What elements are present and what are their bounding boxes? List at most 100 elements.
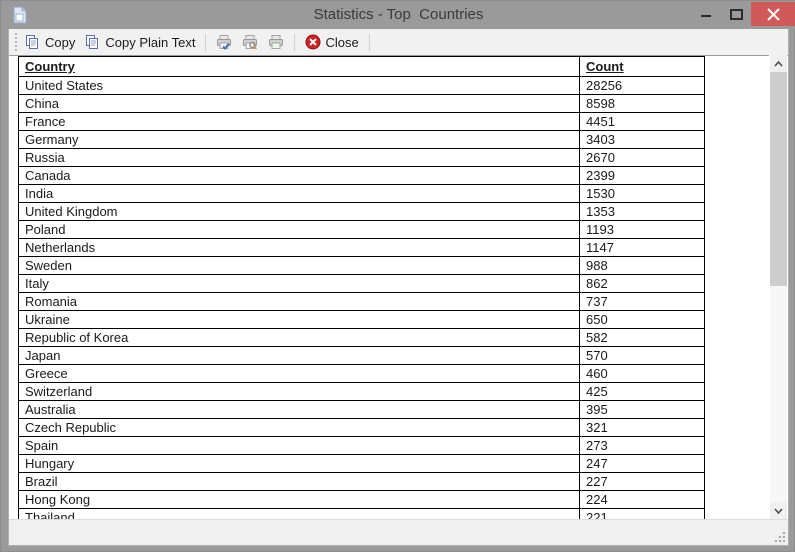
cell-count: 273 [579, 436, 705, 455]
resize-grip[interactable] [773, 530, 785, 542]
cell-country: Republic of Korea [18, 328, 580, 347]
cell-country: Germany [18, 130, 580, 149]
toolbar-separator-3 [368, 33, 370, 51]
cell-country: United Kingdom [18, 202, 580, 221]
cell-country: United States [18, 76, 580, 95]
column-header-count[interactable]: Count [579, 56, 705, 77]
statistics-list: Country Count United States 28256 China 859… [9, 55, 788, 520]
cell-country: Hungary [18, 454, 580, 473]
cell-country: Brazil [18, 472, 580, 491]
cell-country: China [18, 94, 580, 113]
cell-country: Switzerland [18, 382, 580, 401]
table-header: Country Count [18, 56, 705, 77]
minimize-button[interactable] [691, 2, 721, 26]
table-row[interactable]: Germany 3403 [18, 130, 705, 149]
table-row[interactable]: Poland 1193 [18, 220, 705, 239]
cell-country: Hong Kong [18, 490, 580, 509]
copy-plain-text-button-label: Copy Plain Text [105, 34, 196, 50]
table-row[interactable]: Republic of Korea 582 [18, 328, 705, 347]
toolbar: Copy Copy Plain Text Close [9, 29, 788, 56]
table-row[interactable]: Switzerland 425 [18, 382, 705, 401]
cell-count: 3403 [579, 130, 705, 149]
cell-country: Greece [18, 364, 580, 383]
table-row[interactable]: Netherlands 1147 [18, 238, 705, 257]
column-header-count-label: Count [586, 59, 624, 74]
toolbar-separator [205, 33, 207, 51]
cell-count: 988 [579, 256, 705, 275]
print-icon [268, 34, 284, 50]
table-row[interactable]: Russia 2670 [18, 148, 705, 167]
cell-count: 425 [579, 382, 705, 401]
copy-button-label: Copy [45, 34, 76, 50]
table-row[interactable]: China 8598 [18, 94, 705, 113]
table-row[interactable]: Japan 570 [18, 346, 705, 365]
print-preview-button[interactable] [238, 31, 262, 53]
close-window-button[interactable] [751, 2, 795, 26]
cell-count: 28256 [579, 76, 705, 95]
statistics-table: Country Count United States 28256 China 859… [18, 56, 705, 520]
cell-count: 1530 [579, 184, 705, 203]
table-row[interactable]: Romania 737 [18, 292, 705, 311]
scroll-down-icon[interactable] [770, 502, 787, 519]
cell-count: 460 [579, 364, 705, 383]
cell-count: 227 [579, 472, 705, 491]
table-row[interactable]: Australia 395 [18, 400, 705, 419]
cell-country: Czech Republic [18, 418, 580, 437]
cell-country: India [18, 184, 580, 203]
cell-count: 8598 [579, 94, 705, 113]
cell-count: 4451 [579, 112, 705, 131]
print-setup-button[interactable] [212, 31, 236, 53]
table-body: United States 28256 China 8598 France 4451 Ger… [18, 76, 705, 520]
cell-count: 570 [579, 346, 705, 365]
column-header-country-label: Country [25, 59, 75, 74]
copy-button[interactable]: Copy [21, 31, 79, 53]
cell-count: 737 [579, 292, 705, 311]
table-row[interactable]: Spain 273 [18, 436, 705, 455]
cell-country: Australia [18, 400, 580, 419]
cell-count: 321 [579, 418, 705, 437]
status-bar [9, 519, 788, 545]
cell-count: 2670 [579, 148, 705, 167]
cell-count: 1193 [579, 220, 705, 239]
table-row[interactable]: Sweden 988 [18, 256, 705, 275]
cell-count: 395 [579, 400, 705, 419]
table-row[interactable]: United States 28256 [18, 76, 705, 95]
print-button[interactable] [264, 31, 288, 53]
close-button[interactable]: Close [301, 31, 362, 53]
cell-count: 1147 [579, 238, 705, 257]
cell-country: Sweden [18, 256, 580, 275]
scrollbar-track[interactable] [770, 72, 787, 502]
application-window: Statistics - Top Countries Copy Copy Pla… [0, 0, 795, 552]
table-row[interactable]: Italy 862 [18, 274, 705, 293]
vertical-scrollbar[interactable] [769, 55, 787, 519]
table-row[interactable]: Hong Kong 224 [18, 490, 705, 509]
title-bar[interactable]: Statistics - Top Countries [1, 1, 795, 29]
cell-country: Poland [18, 220, 580, 239]
cell-country: Japan [18, 346, 580, 365]
table-row[interactable]: France 4451 [18, 112, 705, 131]
table-row[interactable]: Hungary 247 [18, 454, 705, 473]
table-row[interactable]: United Kingdom 1353 [18, 202, 705, 221]
table-row[interactable]: Ukraine 650 [18, 310, 705, 329]
cell-country: Romania [18, 292, 580, 311]
close-icon [305, 34, 321, 50]
copy-plain-text-button[interactable]: Copy Plain Text [81, 31, 199, 53]
toolbar-grip[interactable] [12, 33, 20, 51]
table-row[interactable]: Czech Republic 321 [18, 418, 705, 437]
cell-count: 1353 [579, 202, 705, 221]
cell-count: 650 [579, 310, 705, 329]
cell-country: Canada [18, 166, 580, 185]
scrollbar-thumb[interactable] [770, 72, 787, 286]
table-row[interactable]: India 1530 [18, 184, 705, 203]
column-header-country[interactable]: Country [18, 56, 580, 77]
cell-count: 224 [579, 490, 705, 509]
table-row[interactable]: Greece 460 [18, 364, 705, 383]
scroll-up-icon[interactable] [770, 55, 787, 72]
table-row[interactable]: Brazil 227 [18, 472, 705, 491]
print-setup-icon [216, 34, 232, 50]
table-row[interactable]: Canada 2399 [18, 166, 705, 185]
maximize-button[interactable] [721, 2, 751, 26]
table-header-row: Country Count [18, 56, 705, 77]
cell-country: Spain [18, 436, 580, 455]
print-preview-icon [242, 34, 258, 50]
